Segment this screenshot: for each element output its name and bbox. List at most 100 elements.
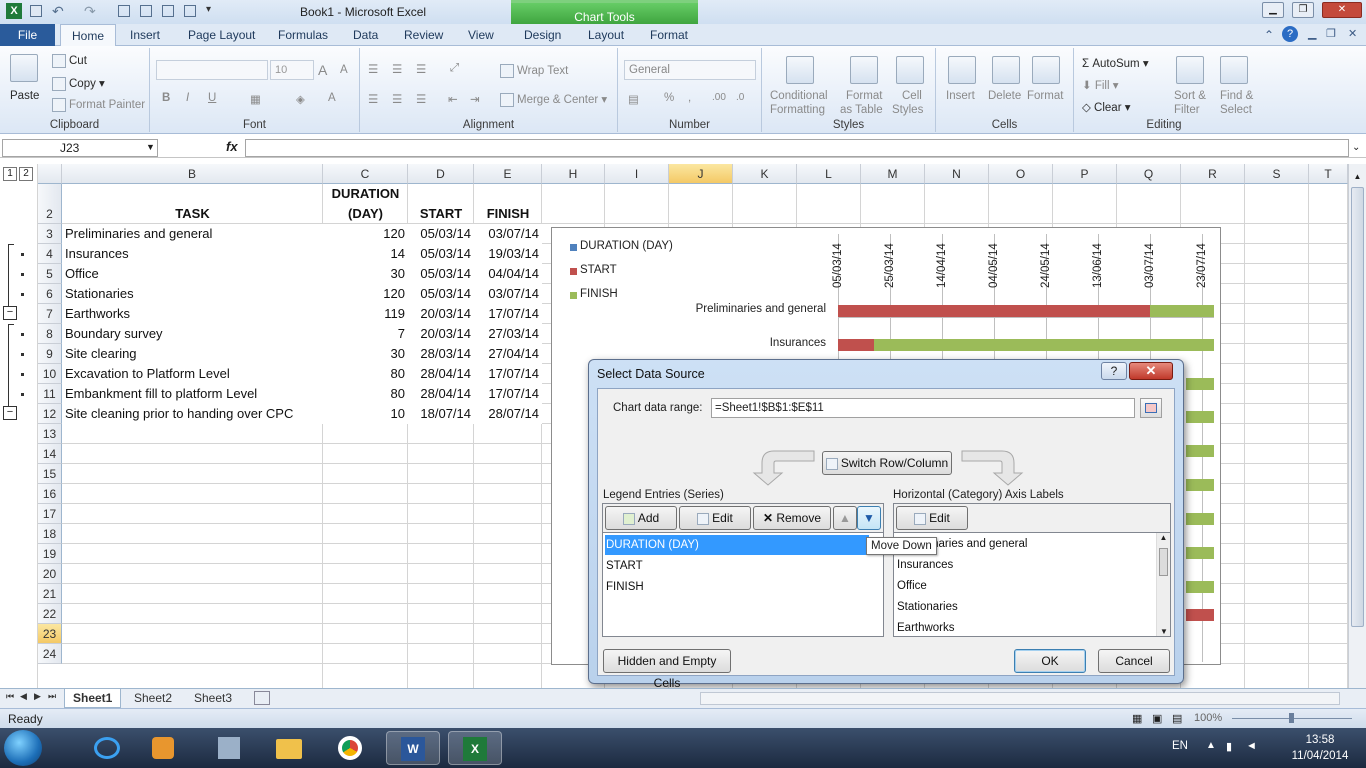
chart-bar[interactable] bbox=[1186, 513, 1214, 525]
cell-duration[interactable]: 30 bbox=[323, 264, 408, 284]
volume-icon[interactable]: ◄ bbox=[1246, 740, 1257, 752]
italic-button[interactable]: I bbox=[186, 92, 189, 104]
cell-finish[interactable]: 28/07/14 bbox=[474, 404, 542, 424]
borders-icon[interactable]: ▦ bbox=[250, 92, 261, 106]
hidden-empty-cells-button[interactable]: Hidden and Empty Cells bbox=[603, 649, 731, 690]
chart-bar[interactable] bbox=[1186, 445, 1214, 457]
column-header-d[interactable]: D bbox=[408, 164, 474, 184]
clock-time[interactable]: 13:58 bbox=[1290, 734, 1350, 746]
wrap-text-button[interactable]: Wrap Text bbox=[500, 64, 568, 78]
format-as-table-icon[interactable] bbox=[850, 56, 878, 84]
row-header-21[interactable]: 21 bbox=[38, 584, 62, 604]
dialog-help-button[interactable]: ? bbox=[1101, 362, 1127, 380]
insert-sheet-icon[interactable] bbox=[254, 691, 270, 705]
cell-styles-icon[interactable] bbox=[896, 56, 924, 84]
formula-input[interactable] bbox=[245, 139, 1349, 157]
cell-start[interactable]: 28/04/14 bbox=[408, 364, 474, 384]
chart-bar[interactable] bbox=[1186, 609, 1214, 621]
binoculars-icon[interactable] bbox=[1220, 56, 1248, 84]
last-sheet-icon[interactable]: ⏭ bbox=[48, 691, 56, 702]
series-item-finish[interactable]: FINISH bbox=[605, 577, 869, 597]
chart-bar[interactable] bbox=[1186, 547, 1214, 559]
percent-button[interactable]: % bbox=[664, 92, 674, 104]
increase-indent-icon[interactable]: ⇥ bbox=[470, 92, 480, 106]
shrink-font-icon[interactable]: A bbox=[340, 64, 348, 76]
cell-task[interactable]: Office bbox=[62, 264, 323, 284]
vertical-scroll-thumb[interactable] bbox=[1351, 187, 1364, 627]
sort-filter-icon[interactable] bbox=[1176, 56, 1204, 84]
vertical-scrollbar[interactable]: ▲ bbox=[1348, 164, 1366, 688]
cell-start[interactable]: 05/03/14 bbox=[408, 244, 474, 264]
row-header-3[interactable]: 3 bbox=[38, 224, 62, 244]
decrease-indent-icon[interactable]: ⇤ bbox=[448, 92, 458, 106]
scroll-up-icon[interactable]: ▲ bbox=[1349, 172, 1366, 181]
row-header-15[interactable]: 15 bbox=[38, 464, 62, 484]
page-break-view-icon[interactable]: ▤ bbox=[1172, 712, 1182, 725]
paste-icon[interactable] bbox=[10, 54, 38, 82]
add-series-button[interactable]: Add bbox=[605, 506, 677, 530]
column-header-o[interactable]: O bbox=[989, 164, 1053, 184]
cell-duration[interactable]: 30 bbox=[323, 344, 408, 364]
cell-finish[interactable]: 17/07/14 bbox=[474, 304, 542, 324]
axis-item[interactable]: Office bbox=[896, 576, 927, 596]
cancel-button[interactable]: Cancel bbox=[1098, 649, 1170, 673]
row-header-5[interactable]: 5 bbox=[38, 264, 62, 284]
tab-layout[interactable]: Layout bbox=[588, 28, 624, 42]
autosum-button[interactable]: Σ AutoSum ▾ bbox=[1082, 56, 1149, 70]
tab-view[interactable]: View bbox=[468, 28, 494, 42]
next-sheet-icon[interactable]: ▶ bbox=[34, 691, 41, 702]
edit-axis-labels-button[interactable]: Edit bbox=[896, 506, 968, 530]
workbook-minimize-icon[interactable]: ▁ bbox=[1308, 27, 1316, 40]
undo-icon[interactable]: ↶ bbox=[52, 3, 64, 20]
cell-task[interactable]: Preliminaries and general bbox=[62, 224, 323, 244]
windows-start-icon[interactable] bbox=[4, 730, 42, 766]
column-header-r[interactable]: R bbox=[1181, 164, 1245, 184]
redo-icon[interactable]: ↷ bbox=[84, 3, 96, 20]
cell-duration[interactable]: 119 bbox=[323, 304, 408, 324]
cell-task[interactable]: Site clearing bbox=[62, 344, 323, 364]
row-header-23[interactable]: 23 bbox=[38, 624, 62, 644]
insert-function-icon[interactable]: fx bbox=[226, 139, 238, 154]
column-header-l[interactable]: L bbox=[797, 164, 861, 184]
format-painter-button[interactable]: Format Painter bbox=[52, 98, 145, 112]
row-header-13[interactable]: 13 bbox=[38, 424, 62, 444]
first-sheet-icon[interactable]: ⏮ bbox=[6, 691, 14, 702]
cell-duration[interactable]: 10 bbox=[323, 404, 408, 424]
cell-task[interactable]: Stationaries bbox=[62, 284, 323, 304]
cell-finish[interactable]: 19/03/14 bbox=[474, 244, 542, 264]
format-as-table-button[interactable]: Format bbox=[846, 90, 882, 102]
scroll-thumb[interactable] bbox=[1159, 548, 1168, 576]
tab-insert[interactable]: Insert bbox=[130, 28, 160, 42]
tab-data[interactable]: Data bbox=[353, 28, 378, 42]
switch-row-column-button[interactable]: Switch Row/Column bbox=[822, 451, 952, 475]
accounting-format-icon[interactable]: ▤ bbox=[628, 92, 639, 106]
cell-finish[interactable]: 27/03/14 bbox=[474, 324, 542, 344]
cut-button[interactable]: Cut bbox=[52, 54, 87, 68]
row-header-14[interactable]: 14 bbox=[38, 444, 62, 464]
cell-finish[interactable]: 03/07/14 bbox=[474, 224, 542, 244]
tab-file[interactable]: File bbox=[0, 24, 55, 46]
move-down-button[interactable]: ▼ bbox=[857, 506, 881, 530]
prev-sheet-icon[interactable]: ◀ bbox=[20, 691, 27, 702]
font-color-icon[interactable]: A bbox=[328, 92, 336, 104]
cell-finish[interactable]: 27/04/14 bbox=[474, 344, 542, 364]
ok-button[interactable]: OK bbox=[1014, 649, 1086, 673]
sort-filter-button[interactable]: Sort & bbox=[1174, 90, 1206, 102]
cell-finish[interactable]: 17/07/14 bbox=[474, 384, 542, 404]
cell-duration[interactable]: 80 bbox=[323, 364, 408, 384]
top-align-icon[interactable]: ☰ bbox=[368, 62, 378, 76]
bold-button[interactable]: B bbox=[162, 92, 170, 104]
find-select-button[interactable]: Find & bbox=[1220, 90, 1253, 102]
chrome-icon[interactable] bbox=[324, 731, 378, 765]
cell-start[interactable]: 20/03/14 bbox=[408, 324, 474, 344]
chart-bar[interactable] bbox=[1186, 479, 1214, 491]
chart-bar[interactable] bbox=[1150, 305, 1214, 317]
horizontal-scrollbar[interactable] bbox=[700, 692, 1340, 705]
edit-series-button[interactable]: Edit bbox=[679, 506, 751, 530]
outline-level-1[interactable]: 1 bbox=[3, 167, 17, 181]
column-header-c[interactable]: C bbox=[323, 164, 408, 184]
media-player-icon[interactable] bbox=[136, 731, 190, 765]
column-header-n[interactable]: N bbox=[925, 164, 989, 184]
grow-font-icon[interactable]: A bbox=[318, 62, 327, 78]
header-finish[interactable]: FINISH bbox=[474, 204, 542, 224]
